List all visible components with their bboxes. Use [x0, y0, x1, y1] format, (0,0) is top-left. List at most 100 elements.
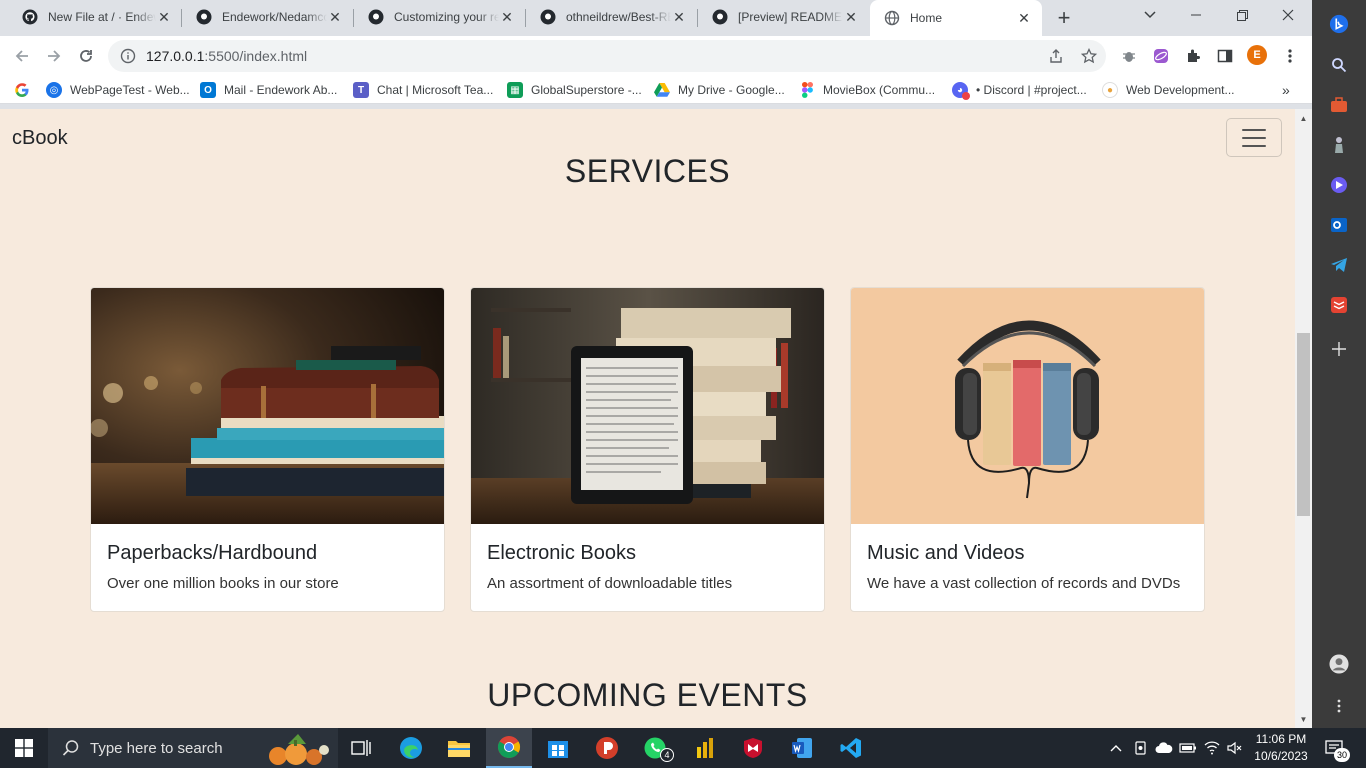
close-icon[interactable]: ✕: [1016, 10, 1032, 26]
google-g-icon: [14, 82, 30, 98]
bookmark-label: Mail - Endework Ab...: [224, 83, 338, 97]
bing-chat-icon[interactable]: [1329, 14, 1349, 34]
telegram-icon[interactable]: [1329, 255, 1349, 275]
close-icon[interactable]: ✕: [843, 9, 859, 25]
bookmark-drive[interactable]: My Drive - Google...: [654, 80, 785, 100]
battery-icon[interactable]: [1177, 728, 1199, 768]
ebooks-image: [471, 288, 824, 524]
back-button[interactable]: [8, 42, 36, 70]
volume-muted-icon[interactable]: [1224, 728, 1246, 768]
tab-customizing-repository[interactable]: Customizing your repository ✕: [354, 2, 525, 32]
close-icon[interactable]: ✕: [156, 9, 172, 25]
navbar-brand[interactable]: cBook: [12, 127, 68, 150]
info-icon[interactable]: [120, 48, 136, 64]
power-bi-icon[interactable]: [682, 728, 728, 768]
add-icon[interactable]: [1329, 339, 1349, 359]
hamburger-line: [1242, 144, 1266, 147]
bookmark-star-icon[interactable]: [1075, 42, 1103, 70]
word-icon[interactable]: [779, 728, 825, 768]
tab-title: Endework/Nedamco: [222, 10, 327, 24]
copilot-icon[interactable]: [1329, 175, 1349, 195]
show-hidden-icons-chevron-icon[interactable]: [1105, 728, 1127, 768]
scroll-down-arrow-icon[interactable]: ▼: [1295, 712, 1312, 726]
minimize-button[interactable]: [1173, 0, 1219, 30]
bookmark-mail[interactable]: O Mail - Endework Ab...: [200, 80, 337, 100]
tab-title: New File at / · Endework: [48, 10, 156, 24]
bookmark-label: My Drive - Google...: [678, 83, 785, 97]
account-avatar-icon[interactable]: [1329, 654, 1349, 674]
windows-start-button[interactable]: [0, 728, 48, 768]
mcafee-icon[interactable]: [730, 728, 776, 768]
whatsapp-icon[interactable]: 4: [632, 728, 678, 768]
search-icon[interactable]: [1329, 55, 1349, 75]
tab-title: Customizing your repository: [394, 10, 499, 24]
tab-strip: New File at / · Endework ✕ Endework/Neda…: [0, 0, 1312, 36]
bookmark-label: Chat | Microsoft Tea...: [377, 83, 494, 97]
url-text: 127.0.0.1:5500/index.html: [146, 48, 307, 64]
menu-kebab-icon[interactable]: [1276, 42, 1304, 70]
outlook-icon[interactable]: [1329, 215, 1349, 235]
forward-button[interactable]: [40, 42, 68, 70]
tab-best-readme[interactable]: othneildrew/Best-README ✕: [526, 2, 697, 32]
github-icon: [712, 9, 728, 25]
card-title: Electronic Books: [487, 542, 636, 564]
powerpoint-like-icon[interactable]: [584, 728, 630, 768]
bookmark-discord[interactable]: ◕ • Discord | #project...: [952, 80, 1087, 100]
microsoft-store-icon[interactable]: [535, 728, 581, 768]
bookmark-teams[interactable]: T Chat | Microsoft Tea...: [353, 80, 493, 100]
tab-preview-readme[interactable]: [Preview] README.md ✕: [698, 2, 869, 32]
todoist-icon[interactable]: [1329, 295, 1349, 315]
close-window-button[interactable]: [1265, 0, 1311, 30]
extension-bug-icon[interactable]: [1115, 42, 1143, 70]
card-title: Music and Videos: [867, 542, 1025, 564]
sidebar-more-icon[interactable]: [1329, 696, 1349, 716]
side-panel-icon[interactable]: [1211, 42, 1239, 70]
edge-browser-icon[interactable]: [388, 728, 434, 768]
new-tab-button[interactable]: +: [1052, 5, 1076, 30]
profile-avatar[interactable]: E: [1247, 45, 1267, 65]
onedrive-cloud-icon[interactable]: [1153, 728, 1175, 768]
tools-briefcase-icon[interactable]: [1329, 95, 1349, 115]
google-icon[interactable]: [14, 80, 30, 100]
vscode-icon[interactable]: [828, 728, 874, 768]
extensions-puzzle-icon[interactable]: [1179, 42, 1207, 70]
reload-button[interactable]: [72, 42, 100, 70]
close-icon[interactable]: ✕: [499, 9, 515, 25]
share-icon[interactable]: [1042, 42, 1070, 70]
bookmark-label: Web Development...: [1126, 83, 1235, 97]
tab-home[interactable]: Home ✕: [870, 0, 1042, 36]
services-heading: SERVICES: [564, 153, 731, 189]
tab-search-chevron-icon[interactable]: [1127, 0, 1173, 30]
github-icon: [368, 9, 384, 25]
notification-center-icon[interactable]: 30: [1320, 728, 1350, 768]
close-icon[interactable]: ✕: [671, 9, 687, 25]
extension-planet-icon[interactable]: [1147, 42, 1175, 70]
bookmark-icon: ●: [1102, 82, 1118, 98]
scroll-up-arrow-icon[interactable]: ▲: [1295, 111, 1312, 125]
taskbar-search-box[interactable]: Type here to search: [48, 728, 338, 768]
file-explorer-icon[interactable]: [436, 728, 482, 768]
card-text: An assortment of downloadable titles: [487, 575, 733, 592]
bookmark-web-development[interactable]: ● Web Development...: [1102, 80, 1235, 100]
games-chess-icon[interactable]: [1329, 135, 1349, 155]
bookmark-moviebox[interactable]: MovieBox (Commu...: [799, 80, 935, 100]
task-view-icon[interactable]: [338, 728, 384, 768]
tab-endework-nedamco[interactable]: Endework/Nedamco ✕: [182, 2, 353, 32]
scrollbar-thumb[interactable]: [1297, 333, 1310, 516]
address-bar[interactable]: 127.0.0.1:5500/index.html: [108, 40, 1106, 72]
wifi-icon[interactable]: [1201, 728, 1223, 768]
bookmark-globalsuperstore[interactable]: ▦ GlobalSuperstore -...: [507, 80, 642, 100]
more-bookmarks-chevron-icon[interactable]: »: [1282, 80, 1290, 100]
close-icon[interactable]: ✕: [327, 9, 343, 25]
discord-icon: ◕: [952, 82, 970, 100]
chrome-icon[interactable]: [486, 728, 532, 768]
globe-icon: [884, 10, 900, 26]
meet-now-icon[interactable]: [1130, 728, 1152, 768]
tab-new-file[interactable]: New File at / · Endework ✕: [8, 2, 182, 32]
restore-button[interactable]: [1219, 0, 1265, 30]
navbar-toggler-button[interactable]: [1226, 118, 1282, 157]
bookmark-webpagetest[interactable]: ◎ WebPageTest - Web...: [46, 80, 190, 100]
browser-toolbar: 127.0.0.1:5500/index.html: [0, 36, 1312, 76]
clock-time: 11:06 PM: [1255, 732, 1307, 746]
taskbar-clock[interactable]: 11:06 PM 10/6/2023: [1252, 731, 1310, 765]
